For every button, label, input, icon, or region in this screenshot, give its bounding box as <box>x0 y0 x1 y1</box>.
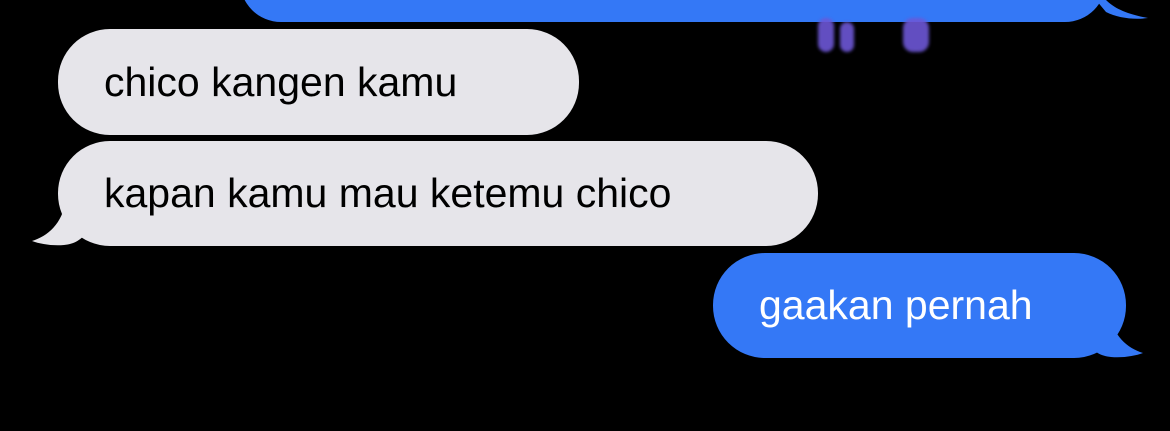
bubble-tail-outgoing-partial <box>1096 0 1148 19</box>
message-bubble-outgoing-partial[interactable] <box>240 0 1106 22</box>
bubble-tail-incoming <box>32 200 88 246</box>
message-text: gaakan pernah <box>759 282 1033 328</box>
message-bubble-outgoing[interactable]: gaakan pernah <box>713 253 1126 358</box>
message-text: chico kangen kamu <box>104 58 458 105</box>
message-bubble-incoming[interactable]: chico kangen kamu <box>58 29 579 135</box>
bubble-tail-outgoing <box>1087 312 1143 358</box>
message-text: kapan kamu mau ketemu chico <box>104 170 672 216</box>
message-bubble-incoming[interactable]: kapan kamu mau ketemu chico <box>58 141 818 246</box>
